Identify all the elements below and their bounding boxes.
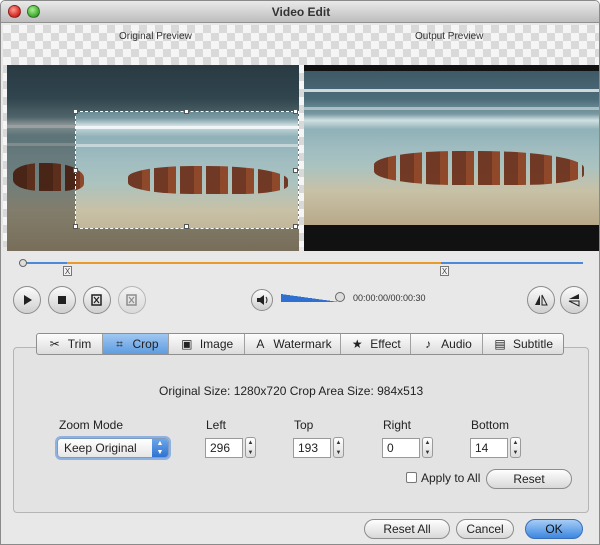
star-icon: ★ [351, 337, 363, 351]
tab-audio-label: Audio [441, 337, 472, 351]
tab-effect-label: Effect [370, 337, 401, 351]
right-label: Right [383, 418, 412, 432]
flip-vertical-button[interactable] [560, 286, 588, 314]
mark-out-icon [126, 294, 137, 306]
tab-effect[interactable]: ★ Effect [341, 334, 411, 354]
tab-image-label: Image [199, 337, 234, 351]
tab-crop[interactable]: ⌗ Crop [103, 334, 169, 354]
right-stepper[interactable]: ▲ ▼ [422, 437, 433, 458]
left-label: Left [206, 418, 227, 432]
select-arrows-icon: ▲ ▼ [152, 439, 168, 457]
reset-all-button[interactable]: Reset All [364, 519, 450, 539]
video-edit-window: Video Edit Original Preview Output Previ… [0, 0, 600, 545]
playhead[interactable] [19, 259, 27, 267]
scissors-icon: ✂ [49, 337, 60, 351]
stop-button[interactable] [48, 286, 76, 314]
reset-button[interactable]: Reset [486, 469, 572, 489]
tab-subtitle-label: Subtitle [512, 337, 554, 351]
preview-area: Original Preview Output Preview [3, 25, 599, 251]
bottom-stepper[interactable]: ▲ ▼ [510, 437, 521, 458]
output-preview-video [304, 65, 599, 251]
bottom-label: Bottom [471, 418, 510, 432]
crop-selection-box[interactable] [75, 111, 299, 229]
mute-button[interactable] [251, 289, 273, 311]
edit-tabs: ✂ Trim ⌗ Crop ▣ Image A Watermark ★ Effe… [36, 333, 564, 355]
crop-size-info: Original Size: 1280x720 Crop Area Size: … [159, 384, 424, 398]
window-title: Video Edit [271, 5, 331, 19]
tab-trim[interactable]: ✂ Trim [37, 334, 103, 354]
mark-in-icon [91, 294, 102, 306]
tab-crop-label: Crop [132, 337, 159, 351]
music-note-icon: ♪ [425, 337, 432, 351]
right-input[interactable]: 0 [382, 438, 420, 458]
apply-to-all-checkbox[interactable] [406, 472, 417, 483]
tab-watermark[interactable]: A Watermark [245, 334, 341, 354]
zoom-mode-value: Keep Original [64, 441, 137, 455]
stop-icon [58, 296, 66, 304]
crop-handle-bottom-right[interactable] [293, 224, 298, 229]
zoom-mode-select[interactable]: Keep Original ▲ ▼ [57, 438, 169, 458]
zoom-mode-label: Zoom Mode [59, 418, 124, 432]
volume-ramp [281, 294, 339, 302]
image-icon: ▣ [181, 337, 193, 351]
watermark-icon: A [256, 337, 265, 351]
volume-slider[interactable] [281, 292, 345, 304]
left-input[interactable]: 296 [205, 438, 243, 458]
original-preview-label: Original Preview [119, 31, 192, 42]
crop-handle-left[interactable] [73, 168, 78, 173]
bottom-input[interactable]: 14 [470, 438, 508, 458]
output-preview-label: Output Preview [415, 31, 484, 42]
set-end-button[interactable] [118, 286, 146, 314]
tab-audio[interactable]: ♪ Audio [411, 334, 483, 354]
left-stepper[interactable]: ▲ ▼ [245, 437, 256, 458]
tab-trim-label: Trim [67, 337, 92, 351]
top-stepper[interactable]: ▲ ▼ [333, 437, 344, 458]
timecode-display: 00:00:00/00:00:30 [353, 293, 426, 303]
top-label: Top [294, 418, 314, 432]
crop-handle-bottom-left[interactable] [73, 224, 78, 229]
cancel-button[interactable]: Cancel [456, 519, 514, 539]
trim-start-marker[interactable]: X [63, 266, 72, 276]
speaker-icon [257, 295, 268, 305]
tab-subtitle[interactable]: ▤ Subtitle [483, 334, 563, 354]
title-bar[interactable]: Video Edit [1, 1, 599, 23]
crop-handle-top[interactable] [184, 109, 189, 114]
original-preview-video [7, 65, 299, 251]
tab-image[interactable]: ▣ Image [169, 334, 245, 354]
trim-end-marker[interactable]: X [440, 266, 449, 276]
top-input[interactable]: 193 [293, 438, 331, 458]
crop-handle-right[interactable] [293, 168, 298, 173]
crop-handle-top-right[interactable] [293, 109, 298, 114]
play-button[interactable] [13, 286, 41, 314]
tab-watermark-label: Watermark [273, 337, 332, 351]
crop-handle-top-left[interactable] [73, 109, 78, 114]
flip-vertical-icon [568, 294, 580, 307]
apply-to-all-label[interactable]: Apply to All [421, 471, 480, 485]
output-video-frame [304, 71, 599, 225]
crop-handle-bottom[interactable] [184, 224, 189, 229]
subtitle-icon: ▤ [494, 337, 506, 351]
timeline[interactable]: X X [19, 259, 583, 277]
play-icon [24, 295, 32, 305]
flip-horizontal-button[interactable] [527, 286, 555, 314]
trim-range [67, 262, 441, 264]
flip-horizontal-icon [535, 294, 548, 306]
set-start-button[interactable] [83, 286, 111, 314]
ok-button[interactable]: OK [525, 519, 583, 539]
volume-knob[interactable] [335, 292, 345, 302]
crop-icon: ⌗ [116, 336, 123, 351]
